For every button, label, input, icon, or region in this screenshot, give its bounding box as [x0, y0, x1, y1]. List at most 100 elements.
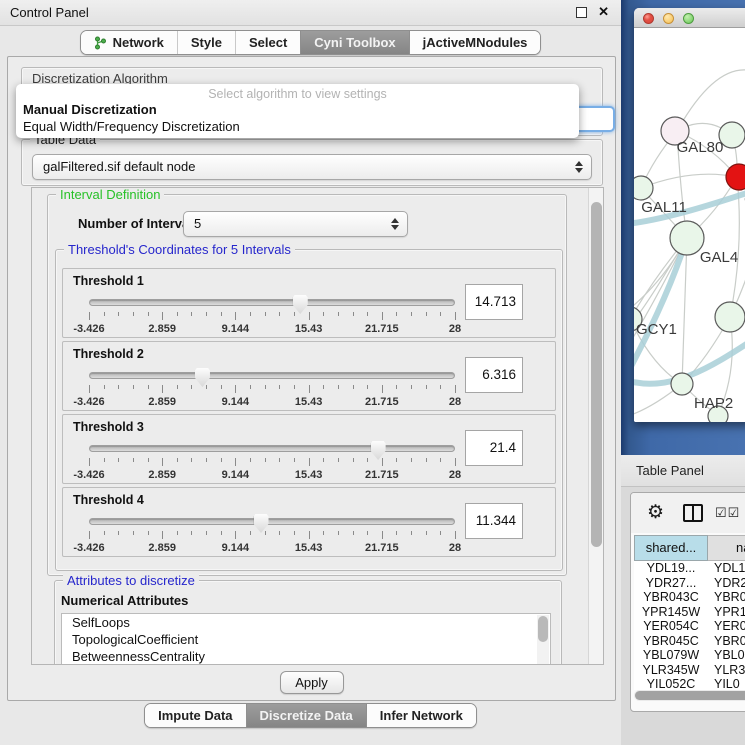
table-row[interactable]: YLR345WYLR3	[634, 663, 745, 678]
checkbox-icons[interactable]: ☑☑	[715, 505, 740, 521]
apply-button[interactable]: Apply	[280, 671, 344, 694]
slider-track[interactable]	[89, 299, 455, 306]
tick-label: -3.426	[73, 542, 104, 554]
threshold-slider[interactable]: -3.4262.8599.14415.4321.71528	[89, 368, 455, 408]
threshold-slider[interactable]: -3.4262.8599.14415.4321.71528	[89, 295, 455, 335]
close-traffic-light-icon[interactable]	[643, 13, 654, 24]
horizontal-scrollbar[interactable]	[634, 690, 745, 701]
algorithm-combobox[interactable]	[573, 106, 615, 132]
cell-shared-name[interactable]: YER054C	[634, 619, 708, 634]
tick-label: 28	[449, 323, 461, 335]
attribute-list-item[interactable]: BetweennessCentrality	[62, 648, 550, 665]
table-row[interactable]: YER054CYER0	[634, 619, 745, 634]
threshold-value-field[interactable]: 11.344	[465, 503, 523, 539]
slider-tick-labels: -3.4262.8599.14415.4321.71528	[89, 542, 455, 554]
cell-name[interactable]: YBL0	[708, 648, 745, 663]
threshold-slider[interactable]: -3.4262.8599.14415.4321.71528	[89, 441, 455, 481]
tab-network[interactable]: Network	[81, 31, 177, 54]
tab-cyni-toolbox[interactable]: Cyni Toolbox	[300, 31, 408, 54]
attributes-group: Attributes to discretize Numerical Attri…	[54, 580, 562, 665]
tick-mark	[338, 312, 339, 316]
close-icon[interactable]: ✕	[598, 4, 609, 20]
column-header-shared-name[interactable]: shared...	[634, 535, 708, 561]
table-row[interactable]: YDR27...YDR2	[634, 576, 745, 591]
tab-jactivemnodules[interactable]: jActiveMNodules	[409, 31, 541, 54]
column-header-name[interactable]: na	[708, 535, 745, 561]
cell-name[interactable]: YDL1	[708, 561, 745, 576]
tick-mark	[177, 458, 178, 462]
list-scrollbar-thumb[interactable]	[538, 616, 548, 642]
cell-shared-name[interactable]: YBR045C	[634, 634, 708, 649]
tick-mark	[221, 458, 222, 462]
table-data-combobox[interactable]: galFiltered.sif default node	[32, 154, 592, 180]
tab-style[interactable]: Style	[177, 31, 235, 54]
threshold-value-field[interactable]: 14.713	[465, 284, 523, 320]
tick-mark	[221, 385, 222, 389]
tab-label: Select	[249, 35, 287, 50]
tab-discretize-data[interactable]: Discretize Data	[246, 704, 366, 727]
float-window-icon[interactable]	[576, 7, 587, 18]
table-row[interactable]: YBL079WYBL0	[634, 648, 745, 663]
node-gal11[interactable]	[634, 176, 653, 200]
cell-name[interactable]: YLR3	[708, 663, 745, 678]
tick-mark	[118, 458, 119, 462]
right-region: GAL80 GAL11 GAL4 GCY1 HAP2 G C H Table P…	[621, 0, 745, 745]
list-scrollbar[interactable]	[537, 615, 549, 665]
cell-name[interactable]: YBR0	[708, 634, 745, 649]
table-row[interactable]: YDL19...YDL1	[634, 561, 745, 576]
zoom-traffic-light-icon[interactable]	[683, 13, 694, 24]
slider-tick-labels: -3.4262.8599.14415.4321.71528	[89, 469, 455, 481]
table-row[interactable]: YBR043CYBR0	[634, 590, 745, 605]
thresholds-title: Threshold's Coordinates for 5 Intervals	[64, 242, 295, 257]
table-row[interactable]: YPR145WYPR1	[634, 605, 745, 620]
vertical-scrollbar-thumb[interactable]	[591, 202, 602, 547]
table-row[interactable]: YBR045CYBR0	[634, 634, 745, 649]
slider-track[interactable]	[89, 372, 455, 379]
network-view-window[interactable]: GAL80 GAL11 GAL4 GCY1 HAP2 G C H	[634, 8, 745, 422]
cell-shared-name[interactable]: YBR043C	[634, 590, 708, 605]
attribute-list-item[interactable]: SelfLoops	[62, 614, 550, 631]
slider-track[interactable]	[89, 445, 455, 452]
tick-mark	[367, 531, 368, 535]
cell-shared-name[interactable]: YDL19...	[634, 561, 708, 576]
tab-infer-network[interactable]: Infer Network	[366, 704, 476, 727]
threshold-slider[interactable]: -3.4262.8599.14415.4321.71528	[89, 514, 455, 554]
threshold-value-field[interactable]: 21.4	[465, 430, 523, 466]
cell-shared-name[interactable]: YDR27...	[634, 576, 708, 591]
vertical-scrollbar[interactable]	[588, 188, 603, 664]
table-row[interactable]: YIL052CYIL0	[634, 677, 745, 690]
minimize-traffic-light-icon[interactable]	[663, 13, 674, 24]
algorithm-option[interactable]: Manual Discretization	[16, 101, 579, 118]
tick-mark	[367, 458, 368, 462]
cell-shared-name[interactable]: YIL052C	[634, 677, 708, 690]
tab-label: jActiveMNodules	[423, 35, 528, 50]
number-of-intervals-combobox[interactable]: 5	[183, 211, 408, 237]
cell-shared-name[interactable]: YLR345W	[634, 663, 708, 678]
slider-track[interactable]	[89, 518, 455, 525]
cell-name[interactable]: YPR1	[708, 605, 745, 620]
threshold-value-field[interactable]: 6.316	[465, 357, 523, 393]
attribute-list-item[interactable]: TopologicalCoefficient	[62, 631, 550, 648]
tick-mark	[206, 458, 207, 462]
cell-name[interactable]: YBR0	[708, 590, 745, 605]
cell-name[interactable]: YDR2	[708, 576, 745, 591]
node-hap2[interactable]	[671, 373, 693, 395]
horizontal-scrollbar-thumb[interactable]	[635, 691, 745, 700]
gear-icon[interactable]: ⚙	[647, 501, 664, 524]
tab-select[interactable]: Select	[235, 31, 300, 54]
cell-name[interactable]: YER0	[708, 619, 745, 634]
cell-shared-name[interactable]: YBL079W	[634, 648, 708, 663]
tick-mark	[294, 312, 295, 316]
node-right[interactable]	[715, 302, 745, 332]
network-nodes[interactable]	[634, 117, 745, 422]
algorithm-option[interactable]: Equal Width/Frequency Discretization	[16, 118, 579, 135]
algorithm-placeholder-option[interactable]: Select algorithm to view settings	[16, 84, 579, 101]
tick-mark	[440, 458, 441, 462]
network-canvas[interactable]: GAL80 GAL11 GAL4 GCY1 HAP2 G C H	[634, 28, 745, 422]
numerical-attributes-list[interactable]: SelfLoopsTopologicalCoefficientBetweenne…	[61, 613, 551, 665]
tab-impute-data[interactable]: Impute Data	[145, 704, 245, 727]
cell-name[interactable]: YIL0	[708, 677, 745, 690]
tick-mark	[191, 531, 192, 535]
cell-shared-name[interactable]: YPR145W	[634, 605, 708, 620]
split-columns-icon[interactable]	[683, 504, 703, 522]
